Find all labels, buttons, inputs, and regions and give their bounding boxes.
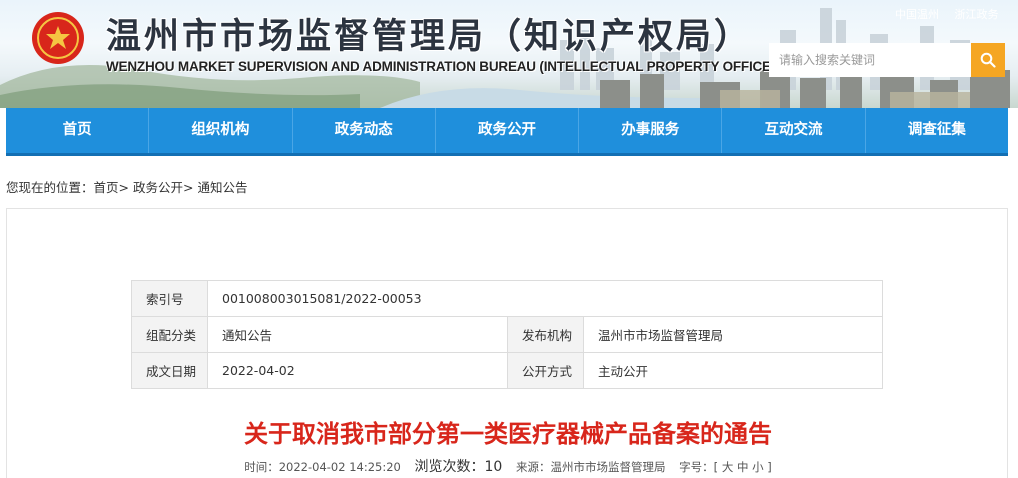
nav-item-organization[interactable]: 组织机构	[149, 108, 293, 153]
site-banner: 中国温州 浙江政务 温州市市场监督管理局（知识产权局） WENZHOU MARK…	[0, 0, 1018, 108]
font-size-medium-button[interactable]: 中	[737, 460, 749, 474]
index-value: 001008003015081/2022-00053	[207, 280, 883, 317]
disclosure-mode-value: 主动公开	[583, 352, 883, 389]
top-link[interactable]: 浙江政务	[955, 8, 999, 21]
breadcrumb-separator: >	[118, 180, 130, 195]
site-title: 温州市市场监督管理局（知识产权局）	[106, 16, 753, 57]
publisher-label: 发布机构	[507, 316, 584, 353]
date-label: 成文日期	[131, 352, 208, 389]
font-size-small-button[interactable]: 小	[752, 460, 764, 474]
article-title: 关于取消我市部分第一类医疗器械产品备案的通告	[244, 420, 772, 448]
views-count: 10	[484, 459, 503, 475]
search-icon	[980, 52, 996, 68]
category-label: 组配分类	[131, 316, 208, 353]
time-label: 时间：	[244, 460, 279, 474]
nav-item-survey[interactable]: 调查征集	[866, 108, 1008, 153]
nav-item-interaction[interactable]: 互动交流	[722, 108, 866, 153]
article-info: 时间：2022-04-02 14:25:20 浏览次数：10 来源：温州市市场监…	[7, 456, 1009, 476]
date-value: 2022-04-02	[207, 352, 508, 389]
views-label: 浏览次数：	[414, 459, 485, 475]
breadcrumb-separator: >	[183, 180, 194, 195]
table-row: 成文日期 2022-04-02 公开方式 主动公开	[131, 352, 883, 389]
nav-item-services[interactable]: 办事服务	[579, 108, 723, 153]
content-panel: 索引号 001008003015081/2022-00053 组配分类 通知公告…	[6, 208, 1008, 478]
breadcrumb: 您现在的位置：首页> 政务公开> 通知公告	[6, 177, 248, 196]
nav-item-news[interactable]: 政务动态	[293, 108, 436, 153]
font-size-bracket-close: ]	[767, 460, 772, 474]
disclosure-mode-label: 公开方式	[507, 352, 584, 389]
font-size-large-button[interactable]: 大	[722, 460, 734, 474]
table-row: 索引号 001008003015081/2022-00053	[131, 280, 883, 317]
search-input[interactable]	[769, 43, 971, 77]
breadcrumb-notices[interactable]: 通知公告	[197, 180, 247, 195]
site-subtitle: WENZHOU MARKET SUPERVISION AND ADMINISTR…	[106, 59, 776, 74]
search-button[interactable]	[971, 43, 1005, 77]
font-size-bracket-open: [	[713, 460, 719, 474]
font-size-label: 字号：	[679, 460, 714, 474]
time-value: 2022-04-02 14:25:20	[278, 460, 401, 474]
top-link[interactable]: 中国温州	[895, 8, 939, 21]
table-row: 组配分类 通知公告 发布机构 温州市市场监督管理局	[131, 316, 883, 353]
top-links: 中国温州 浙江政务	[895, 6, 1011, 22]
breadcrumb-prefix: 您现在的位置：	[6, 180, 94, 195]
breadcrumb-disclosure[interactable]: 政务公开	[133, 180, 183, 195]
publisher-value: 温州市市场监督管理局	[583, 316, 883, 353]
source-value: 温州市市场监督管理局	[550, 460, 666, 474]
source-label: 来源：	[516, 460, 551, 474]
main-nav: 首页 组织机构 政务动态 政务公开 办事服务 互动交流 调查征集	[6, 108, 1008, 156]
nav-item-home[interactable]: 首页	[6, 108, 150, 153]
index-label: 索引号	[131, 280, 208, 317]
search-box	[769, 43, 1005, 77]
category-value: 通知公告	[207, 316, 508, 353]
document-meta-table: 索引号 001008003015081/2022-00053 组配分类 通知公告…	[131, 280, 883, 389]
breadcrumb-home[interactable]: 首页	[94, 180, 119, 195]
nav-item-disclosure[interactable]: 政务公开	[436, 108, 580, 153]
